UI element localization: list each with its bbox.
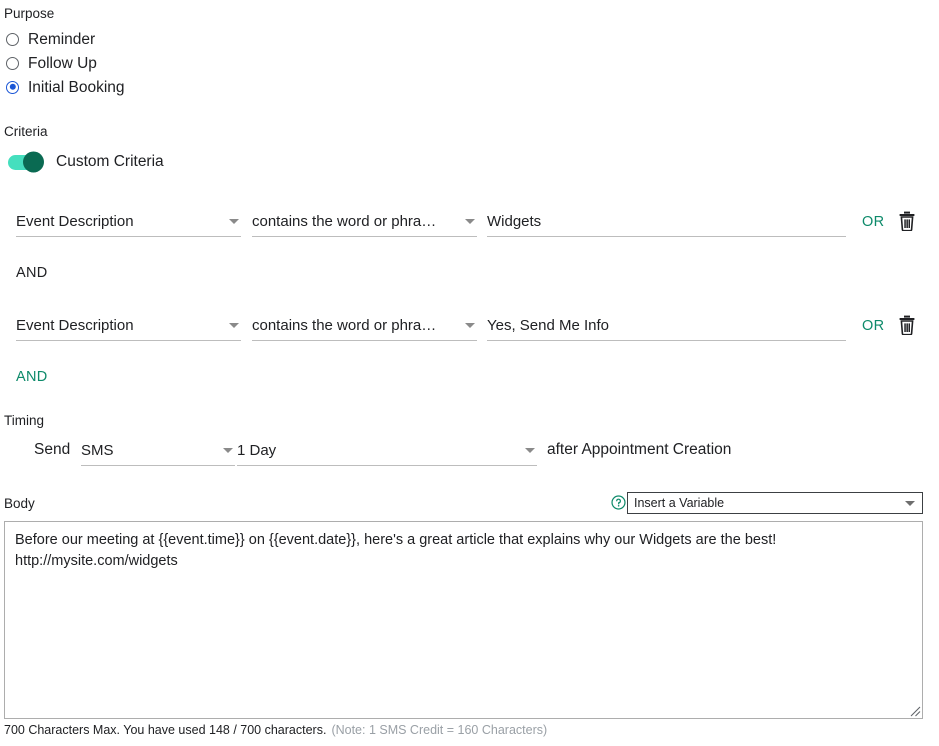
- help-circle-icon[interactable]: [611, 495, 626, 510]
- criteria-section-label: Criteria: [4, 124, 48, 139]
- chevron-down-icon[interactable]: [905, 500, 915, 506]
- radio-indicator[interactable]: [6, 56, 19, 70]
- character-counter-main: 700 Characters Max. You have used 148 / …: [4, 723, 327, 737]
- criteria-value-input-2[interactable]: Yes, Send Me Info: [487, 311, 846, 341]
- criteria-and-separator: AND: [16, 265, 48, 281]
- radio-label: Reminder: [28, 30, 96, 48]
- radio-indicator[interactable]: [6, 80, 19, 94]
- body-textarea[interactable]: Before our meeting at {{event.time}} on …: [4, 521, 923, 719]
- chevron-down-icon[interactable]: [229, 219, 239, 224]
- criteria-operator-select-1[interactable]: contains the word or phra…: [252, 207, 477, 237]
- criteria-operator-value: contains the word or phra…: [252, 317, 437, 334]
- criteria-operator-select-2[interactable]: contains the word or phra…: [252, 311, 477, 341]
- trash-icon[interactable]: [898, 211, 916, 232]
- criteria-or-link-2[interactable]: OR: [862, 318, 884, 334]
- character-counter: 700 Characters Max. You have used 148 / …: [4, 723, 547, 737]
- body-section-label: Body: [4, 496, 35, 511]
- radio-indicator[interactable]: [6, 32, 19, 46]
- purpose-section-label: Purpose: [4, 6, 55, 21]
- chevron-down-icon[interactable]: [229, 323, 239, 328]
- chevron-down-icon[interactable]: [223, 448, 233, 453]
- textarea-resize-handle[interactable]: [907, 703, 921, 717]
- radio-option-follow-up[interactable]: Follow Up: [6, 53, 97, 73]
- radio-option-initial-booking[interactable]: Initial Booking: [6, 77, 125, 97]
- timing-channel-value: SMS: [81, 442, 114, 459]
- timing-send-label: Send: [34, 441, 71, 458]
- criteria-field-value: Event Description: [16, 317, 134, 334]
- character-counter-note: (Note: 1 SMS Credit = 160 Characters): [331, 723, 548, 737]
- custom-criteria-toggle-row[interactable]: Custom Criteria: [8, 153, 164, 171]
- timing-trigger-label: after Appointment Creation: [547, 441, 732, 458]
- criteria-add-and-group-link[interactable]: AND: [16, 369, 48, 385]
- radio-label: Follow Up: [28, 54, 97, 72]
- timing-delay-select[interactable]: 1 Day: [237, 436, 537, 466]
- custom-criteria-toggle[interactable]: [8, 154, 42, 170]
- trash-icon[interactable]: [898, 315, 916, 336]
- criteria-field-value: Event Description: [16, 213, 134, 230]
- timing-delay-value: 1 Day: [237, 442, 277, 459]
- sms-automation-form: Purpose Reminder Follow Up Initial Booki…: [0, 0, 939, 746]
- radio-option-reminder[interactable]: Reminder: [6, 29, 95, 49]
- chevron-down-icon[interactable]: [525, 448, 535, 453]
- criteria-value-input-1[interactable]: Widgets: [487, 207, 846, 237]
- custom-criteria-toggle-label: Custom Criteria: [56, 153, 164, 170]
- criteria-operator-value: contains the word or phra…: [252, 213, 437, 230]
- insert-variable-label: Insert a Variable: [634, 496, 725, 510]
- chevron-down-icon[interactable]: [465, 219, 475, 224]
- criteria-value-text: Yes, Send Me Info: [487, 317, 610, 334]
- chevron-down-icon[interactable]: [465, 323, 475, 328]
- timing-channel-select[interactable]: SMS: [81, 436, 235, 466]
- criteria-or-link-1[interactable]: OR: [862, 214, 884, 230]
- body-textarea-value: Before our meeting at {{event.time}} on …: [15, 532, 777, 569]
- radio-label: Initial Booking: [28, 78, 125, 96]
- criteria-value-text: Widgets: [487, 213, 542, 230]
- criteria-field-select-2[interactable]: Event Description: [16, 311, 241, 341]
- criteria-field-select-1[interactable]: Event Description: [16, 207, 241, 237]
- insert-variable-select[interactable]: Insert a Variable: [627, 492, 923, 514]
- timing-section-label: Timing: [4, 413, 45, 428]
